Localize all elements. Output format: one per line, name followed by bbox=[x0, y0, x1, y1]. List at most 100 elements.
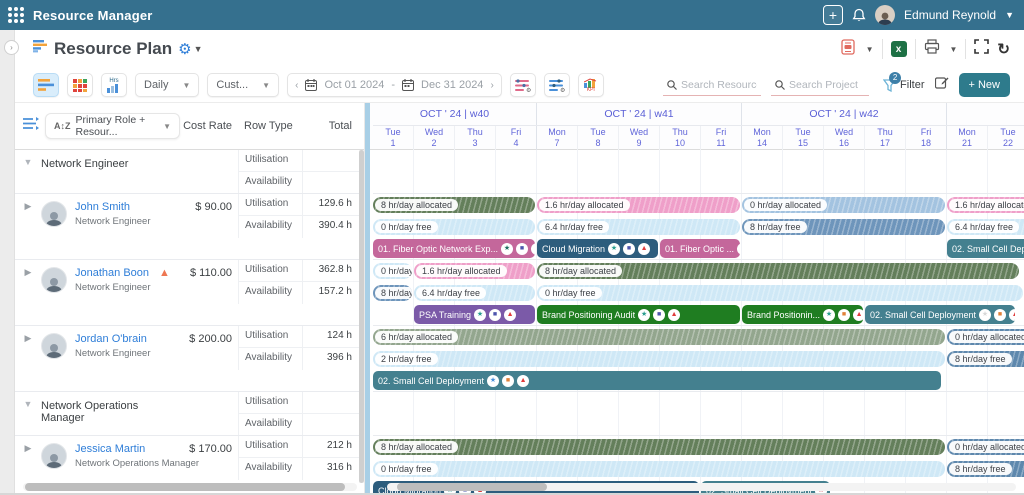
day-header-cell[interactable]: Tue8 bbox=[578, 126, 619, 150]
group-by-select[interactable]: A↕Z Primary Role + Resour... ▼ bbox=[45, 113, 180, 139]
availability-bar[interactable]: 2 hr/day free bbox=[373, 351, 945, 367]
resource-list-panel: A↕Z Primary Role + Resour... ▼ Cost Rate… bbox=[15, 103, 365, 493]
availability-bar[interactable]: 8 hr/day free bbox=[742, 219, 945, 235]
range-preset-select[interactable]: Cust...▼ bbox=[207, 73, 279, 97]
fullscreen-icon[interactable] bbox=[974, 39, 989, 59]
day-header-cell[interactable]: Thu10 bbox=[660, 126, 701, 150]
apps-grid-icon[interactable] bbox=[8, 7, 24, 23]
utilisation-bar[interactable]: 0 hr/day allocated bbox=[742, 197, 945, 213]
resource-list-vertical-scrollbar[interactable] bbox=[359, 150, 364, 483]
collapse-all-icon[interactable] bbox=[23, 117, 39, 135]
resource-name-link[interactable]: John Smith bbox=[75, 201, 151, 213]
bar-settings-button[interactable]: ⚙ bbox=[544, 73, 570, 97]
project-bar[interactable]: PSA Training★■▲ bbox=[414, 305, 535, 324]
expand-sidebar-button[interactable]: › bbox=[4, 40, 19, 55]
day-header-cell[interactable]: Thu17 bbox=[865, 126, 906, 150]
granularity-select[interactable]: Daily▼ bbox=[135, 73, 199, 97]
project-bar[interactable]: Cloud Migration★■▲ bbox=[537, 239, 658, 258]
availability-bar[interactable]: 8 hr/day free bbox=[947, 351, 1024, 367]
day-header-cell[interactable]: Wed16 bbox=[824, 126, 865, 150]
hours-chart-view-button[interactable]: Hrs bbox=[101, 73, 127, 97]
availability-bar[interactable]: 6.4 hr/day free bbox=[414, 285, 535, 301]
utilisation-bar[interactable]: 6 hr/day allocated bbox=[373, 329, 945, 345]
resource-name-link[interactable]: Jordan O'brain bbox=[75, 333, 151, 345]
day-header-cell[interactable]: Fri11 bbox=[701, 126, 742, 150]
print-icon[interactable] bbox=[924, 39, 940, 59]
availability-bar[interactable]: 8 hr/day free bbox=[947, 461, 1024, 477]
heatmap-view-button[interactable] bbox=[67, 73, 93, 97]
day-header-cell[interactable]: Mon21 bbox=[947, 126, 988, 150]
end-date-value[interactable]: Dec 31 2024 bbox=[421, 79, 483, 91]
project-bar[interactable]: 02. Small Cell Deployment★■▲ bbox=[865, 305, 1015, 324]
utilisation-bar[interactable]: 1.6 hr/day allocated bbox=[947, 197, 1024, 213]
day-header-cell[interactable]: Fri18 bbox=[906, 126, 947, 150]
project-bar[interactable]: 01. Fiber Optic Network Exp...★■▲ bbox=[373, 239, 535, 258]
utilisation-bar[interactable]: 8 hr/day allocated bbox=[373, 439, 945, 455]
pdf-export-icon[interactable] bbox=[840, 39, 856, 60]
resource-list-horizontal-scrollbar[interactable] bbox=[23, 483, 357, 491]
project-bar[interactable]: 02. Small Cell Deploym★■▲ bbox=[947, 239, 1024, 258]
prev-period-arrow[interactable]: ‹ bbox=[295, 80, 298, 91]
pdf-export-chevron-down-icon[interactable]: ▼ bbox=[866, 45, 874, 54]
next-period-arrow[interactable]: › bbox=[490, 80, 493, 91]
utilisation-bar[interactable]: 8 hr/day allocated bbox=[373, 197, 535, 213]
print-chevron-down-icon[interactable]: ▼ bbox=[950, 45, 958, 54]
excel-export-icon[interactable]: x bbox=[891, 41, 907, 57]
search-project-input[interactable] bbox=[789, 79, 865, 91]
project-bar[interactable]: 01. Fiber Optic ...★■▲ bbox=[660, 239, 740, 258]
day-header-cell[interactable]: Mon7 bbox=[537, 126, 578, 150]
day-header-cell[interactable]: Mon14 bbox=[742, 126, 783, 150]
plan-settings-chevron-down-icon[interactable]: ▼ bbox=[194, 44, 203, 54]
availability-bar[interactable]: 8 hr/day bbox=[373, 285, 412, 301]
global-add-button[interactable]: + bbox=[823, 5, 843, 25]
availability-bar[interactable]: 0 hr/day free bbox=[373, 461, 945, 477]
row-expand-icon[interactable]: ▶ bbox=[15, 260, 41, 325]
start-date-value[interactable]: Oct 01 2024 bbox=[324, 79, 384, 91]
utilisation-bar[interactable]: 0 hr/day allocated bbox=[947, 329, 1024, 345]
sub-row: Utilisation bbox=[238, 392, 364, 414]
utilisation-bar[interactable]: 8 hr/day allocated bbox=[537, 263, 1019, 279]
day-header-cell[interactable]: Wed2 bbox=[414, 126, 455, 150]
new-button[interactable]: + New bbox=[959, 73, 1011, 97]
availability-bar[interactable]: 6.4 hr/day free bbox=[947, 219, 1024, 235]
column-header-row-type[interactable]: Row Type bbox=[238, 120, 302, 132]
search-resource-input[interactable] bbox=[681, 79, 757, 91]
day-header-cell[interactable]: Thu3 bbox=[455, 126, 496, 150]
group-collapse-icon[interactable]: ▼ bbox=[15, 150, 41, 193]
project-bar[interactable]: Brand Positioning Audit★■▲ bbox=[537, 305, 740, 324]
utilisation-bar[interactable]: 1.6 hr/day allocated bbox=[414, 263, 535, 279]
group-collapse-icon[interactable]: ▼ bbox=[15, 392, 41, 435]
column-header-cost-rate[interactable]: Cost Rate bbox=[180, 120, 238, 132]
overallocation-warning-icon[interactable]: ▲ bbox=[159, 267, 170, 279]
plan-settings-gear-icon[interactable]: ⚙ bbox=[178, 40, 191, 58]
filter-control[interactable]: 2 Filter bbox=[883, 79, 924, 92]
day-header-cell[interactable]: Tue15 bbox=[783, 126, 824, 150]
availability-bar[interactable]: 0 hr/day free bbox=[373, 219, 535, 235]
user-menu-chevron-down-icon[interactable]: ▼ bbox=[1005, 10, 1014, 20]
day-header-cell[interactable]: Tue1 bbox=[373, 126, 414, 150]
utilisation-bar[interactable]: 0 hr/day bbox=[373, 263, 412, 279]
allocation-label: 6.4 hr/day free bbox=[949, 221, 1019, 233]
row-expand-icon[interactable]: ▶ bbox=[15, 326, 41, 391]
gantt-view-button[interactable] bbox=[33, 73, 59, 97]
refresh-icon[interactable]: ↻ bbox=[997, 40, 1010, 58]
timeline-horizontal-scrollbar[interactable] bbox=[387, 483, 1016, 491]
user-avatar[interactable] bbox=[875, 5, 895, 25]
resource-name-link[interactable]: Jonathan Boon▲ bbox=[75, 267, 170, 279]
user-name[interactable]: Edmund Reynold bbox=[904, 8, 996, 22]
day-header-cell[interactable]: Tue22 bbox=[988, 126, 1024, 150]
availability-bar[interactable]: 6.4 hr/day free bbox=[537, 219, 740, 235]
kpi-chart-button[interactable]: KPI bbox=[578, 73, 604, 97]
availability-bar[interactable]: 0 hr/day free bbox=[537, 285, 1023, 301]
column-header-total[interactable]: Total bbox=[302, 120, 364, 132]
day-header-cell[interactable]: Fri4 bbox=[496, 126, 537, 150]
utilisation-bar[interactable]: 1.6 hr/day allocated bbox=[537, 197, 740, 213]
notifications-bell-icon[interactable] bbox=[852, 8, 866, 23]
day-header-cell[interactable]: Wed9 bbox=[619, 126, 660, 150]
project-bar[interactable]: 02. Small Cell Deployment★■▲ bbox=[373, 371, 941, 390]
project-bar[interactable]: Brand Positionin...★■▲ bbox=[742, 305, 863, 324]
edit-views-icon[interactable] bbox=[935, 76, 949, 94]
row-settings-button[interactable]: ⚙ bbox=[510, 73, 536, 97]
row-expand-icon[interactable]: ▶ bbox=[15, 194, 41, 259]
utilisation-bar[interactable]: 0 hr/day allocated bbox=[947, 439, 1024, 455]
